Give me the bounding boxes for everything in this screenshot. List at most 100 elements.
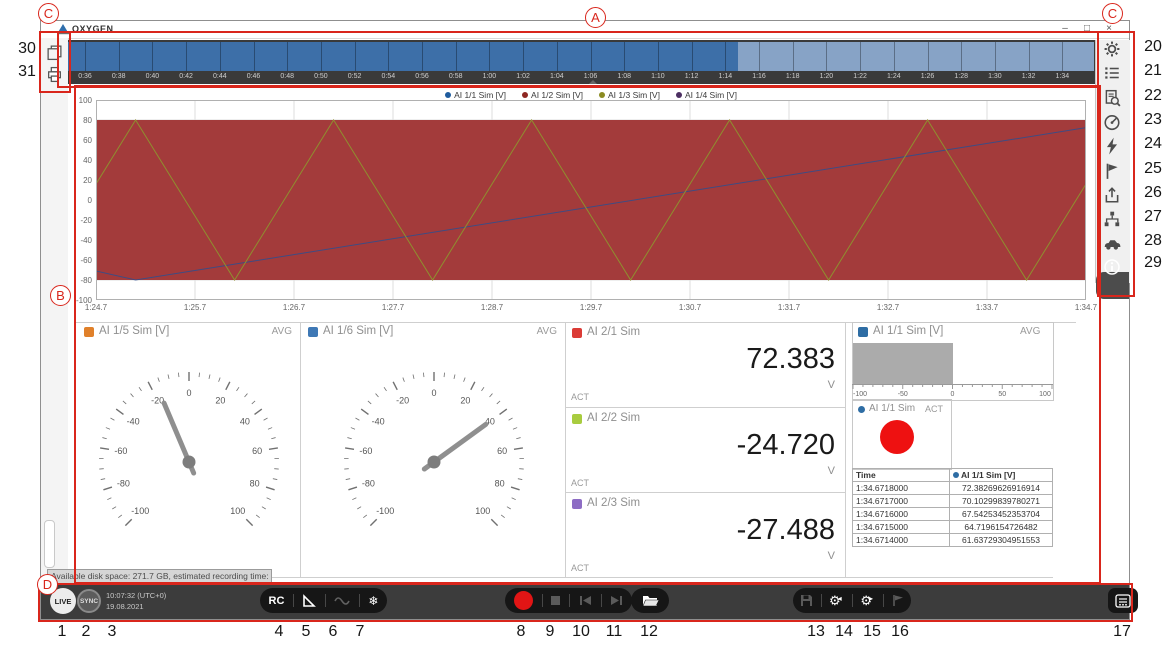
legend-item[interactable]: AI 1/4 Sim [V] <box>676 90 737 100</box>
annotation-number: 14 <box>835 623 853 641</box>
annotation-number: 17 <box>1113 623 1131 641</box>
bottom-bar: LIVE SYNC 10:07:32 (UTC+0) 19.08.2021 RC… <box>41 584 1129 619</box>
svg-text:20: 20 <box>215 396 225 406</box>
record-button[interactable] <box>514 591 533 610</box>
report-flag-button[interactable] <box>892 594 904 607</box>
screens-pages-icon[interactable] <box>46 44 63 61</box>
annotation-number: 15 <box>863 623 881 641</box>
divider <box>359 594 360 607</box>
digital-meter-widget[interactable]: AI 2/2 Sim-24.720VACT <box>566 408 845 492</box>
channel-list-icon[interactable] <box>1103 64 1121 82</box>
gauge-widget[interactable]: AI 1/6 Sim [V]AVG-100-80-60-40-200204060… <box>302 322 565 578</box>
close-button[interactable]: × <box>1100 22 1118 36</box>
table-row: 1:34.671800072.38269626916914 <box>853 482 1053 495</box>
table-cell-value: 70.10299839780271 <box>950 495 1053 508</box>
timeline-gridline <box>321 42 322 71</box>
legend-color-dot <box>522 92 528 98</box>
stop-button[interactable] <box>551 596 560 605</box>
save-setup-button[interactable]: ⚙▸ <box>860 593 876 609</box>
timeline-tick-label: 0:54 <box>381 73 395 80</box>
gauge-dial: -100-80-60-40-20020406080100 <box>327 344 541 574</box>
live-button[interactable]: LIVE <box>50 588 76 614</box>
system-monitor-icon[interactable] <box>1103 113 1121 131</box>
timeline-tick-label: 1:34 <box>1055 73 1069 80</box>
legend-item[interactable]: AI 1/3 Sim [V] <box>599 90 660 100</box>
digital-meter-widget[interactable]: AI 2/1 Sim72.383VACT <box>566 322 845 406</box>
timeline-tick-label: 1:14 <box>718 73 732 80</box>
timeline-gridline <box>287 42 288 71</box>
x-tick-label: 1:27.7 <box>382 303 404 312</box>
digital-value: -27.488 <box>737 514 835 547</box>
channel-color-swatch <box>572 499 582 509</box>
gauge-widget[interactable]: AI 1/5 Sim [V]AVG-100-80-60-40-200204060… <box>78 322 300 578</box>
jump-end-button[interactable] <box>610 595 623 606</box>
timeline-gridline <box>557 42 558 71</box>
y-tick-label: 40 <box>68 156 92 165</box>
legend-item[interactable]: AI 1/1 Sim [V] <box>445 90 506 100</box>
timeline-tick-label: 1:32 <box>1022 73 1036 80</box>
freeze-button[interactable]: ❄ <box>368 594 378 608</box>
info-icon[interactable] <box>1103 258 1121 276</box>
timeline-gridline <box>826 42 827 71</box>
network-icon[interactable] <box>1103 210 1121 228</box>
digital-meter-widget[interactable]: AI 2/3 Sim-27.488VACT <box>566 493 845 577</box>
actions-menu-button[interactable] <box>1115 594 1131 608</box>
digital-mode: ACT <box>571 478 589 488</box>
scrollbar-handle[interactable] <box>44 520 55 568</box>
channel-color-dot <box>953 472 959 478</box>
svg-text:100: 100 <box>475 506 490 516</box>
svg-text:80: 80 <box>250 478 260 488</box>
legend-item[interactable]: AI 1/2 Sim [V] <box>522 90 583 100</box>
data-screens-icon[interactable] <box>1103 89 1121 107</box>
minimize-button[interactable]: – <box>1056 22 1074 36</box>
rc-button[interactable]: RC <box>269 595 285 607</box>
timeline-gridline <box>186 42 187 71</box>
sync-button[interactable]: SYNC <box>77 589 101 613</box>
print-icon[interactable] <box>46 66 63 83</box>
jump-start-button[interactable] <box>579 595 592 606</box>
channel-table[interactable]: TimeAI 1/1 Sim [V]1:34.671800072.3826962… <box>852 468 1053 547</box>
vehicle-icon[interactable] <box>1103 234 1121 252</box>
legend-label: AI 1/2 Sim [V] <box>531 90 583 100</box>
settings-gear-icon[interactable] <box>1103 40 1121 58</box>
maximize-button[interactable]: □ <box>1078 22 1096 36</box>
window-title: OXYGEN <box>72 24 114 34</box>
indicator-lamp <box>880 420 914 454</box>
digital-mode: ACT <box>571 563 589 573</box>
load-setup-button[interactable]: ⚙◂ <box>829 593 845 609</box>
recording-timeline[interactable]: 0:360:380:400:420:440:460:480:500:520:54… <box>68 40 1095 85</box>
legend-label: AI 1/1 Sim [V] <box>454 90 506 100</box>
annotation-number: 20 <box>1144 38 1162 56</box>
timeline-bar[interactable] <box>68 42 1094 71</box>
x-tick-label: 1:32.7 <box>877 303 899 312</box>
annotation-number: 27 <box>1144 208 1162 226</box>
clock-date: 19.08.2021 <box>106 601 166 612</box>
annotation-number: 5 <box>302 623 311 641</box>
svg-text:50: 50 <box>998 391 1006 398</box>
timeline-tick-label: 1:00 <box>483 73 497 80</box>
x-tick-label: 1:31.7 <box>778 303 800 312</box>
main-chart[interactable] <box>96 100 1086 300</box>
timeline-gridline <box>456 42 457 71</box>
timeline-gridline <box>152 42 153 71</box>
left-toolbar <box>41 38 69 584</box>
legend-color-dot <box>445 92 451 98</box>
export-icon[interactable] <box>1103 186 1121 204</box>
save-button[interactable] <box>800 594 813 607</box>
setsquare-button[interactable] <box>302 594 316 608</box>
channel-color-swatch <box>308 327 318 337</box>
digital-value: 72.383 <box>746 343 835 376</box>
digital-title: AI 2/3 Sim <box>587 497 640 509</box>
open-file-button[interactable] <box>642 594 659 607</box>
y-tick-label: -80 <box>68 276 92 285</box>
trigger-icon[interactable] <box>1103 137 1121 155</box>
waveform-button[interactable] <box>334 595 350 607</box>
table-row: 1:34.671700070.10299839780271 <box>853 495 1053 508</box>
marker-icon[interactable] <box>1103 162 1121 180</box>
y-tick-label: 20 <box>68 176 92 185</box>
x-tick-label: 1:25.7 <box>184 303 206 312</box>
bar-meter-bar <box>853 343 953 384</box>
svg-text:-100: -100 <box>376 506 394 516</box>
legend-color-dot <box>676 92 682 98</box>
timeline-gridline <box>725 42 726 71</box>
